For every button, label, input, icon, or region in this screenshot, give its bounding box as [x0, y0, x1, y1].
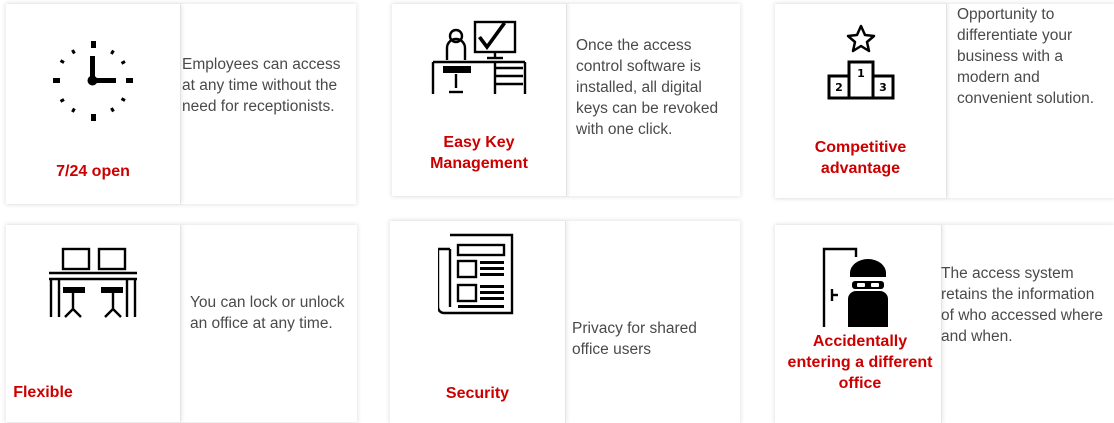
feature-description: The access system retains the informatio… — [941, 265, 1103, 345]
feature-title: Easy Key Management — [430, 134, 528, 172]
newspaper-icon — [437, 233, 513, 315]
feature-icon-panel: 7/24 open — [6, 4, 181, 204]
feature-description: You can lock or unlock an office at any … — [190, 294, 345, 332]
feature-description: Once the access control software is inst… — [576, 37, 719, 138]
feature-card-accidental-entry: Accidentally entering a different office… — [775, 225, 1114, 423]
feature-description: Opportunity to differentiate your busine… — [957, 6, 1095, 107]
feature-icon-panel: Security — [390, 221, 566, 423]
feature-title: Flexible — [13, 384, 73, 401]
feature-description: Privacy for shared office users — [572, 320, 697, 358]
shared-desks-icon — [49, 247, 137, 318]
svg-text:2: 2 — [835, 81, 843, 94]
feature-icon-panel: 1 2 3 Competitive advantage — [775, 4, 947, 198]
feature-icon-panel: Flexible — [6, 225, 181, 422]
svg-text:3: 3 — [879, 81, 887, 94]
intruder-door-icon — [822, 247, 888, 327]
feature-description: Employees can access at any time without… — [182, 56, 341, 115]
feature-title: Competitive advantage — [814, 139, 907, 177]
feature-card-open: 7/24 open Employees can access at any ti… — [6, 4, 356, 204]
computer-desk-icon — [431, 20, 527, 94]
feature-card-security: Security Privacy for shared office users — [390, 221, 740, 423]
feature-title: Security — [445, 385, 510, 402]
feature-title: Accidentally entering a different office — [787, 333, 933, 392]
feature-title: 7/24 open — [56, 163, 130, 180]
podium-icon: 1 2 3 — [827, 24, 894, 100]
svg-text:1: 1 — [857, 67, 865, 80]
feature-icon-panel: Accidentally entering a different office — [775, 225, 942, 423]
clock-icon — [53, 41, 133, 121]
feature-card-competitive: 1 2 3 Competitive advantage Opportunity … — [775, 4, 1114, 198]
feature-icon-panel: Easy Key Management — [392, 4, 567, 196]
feature-card-flexible: Flexible You can lock or unlock an offic… — [6, 225, 357, 422]
feature-card-key-management: Easy Key Management Once the access cont… — [392, 4, 740, 196]
